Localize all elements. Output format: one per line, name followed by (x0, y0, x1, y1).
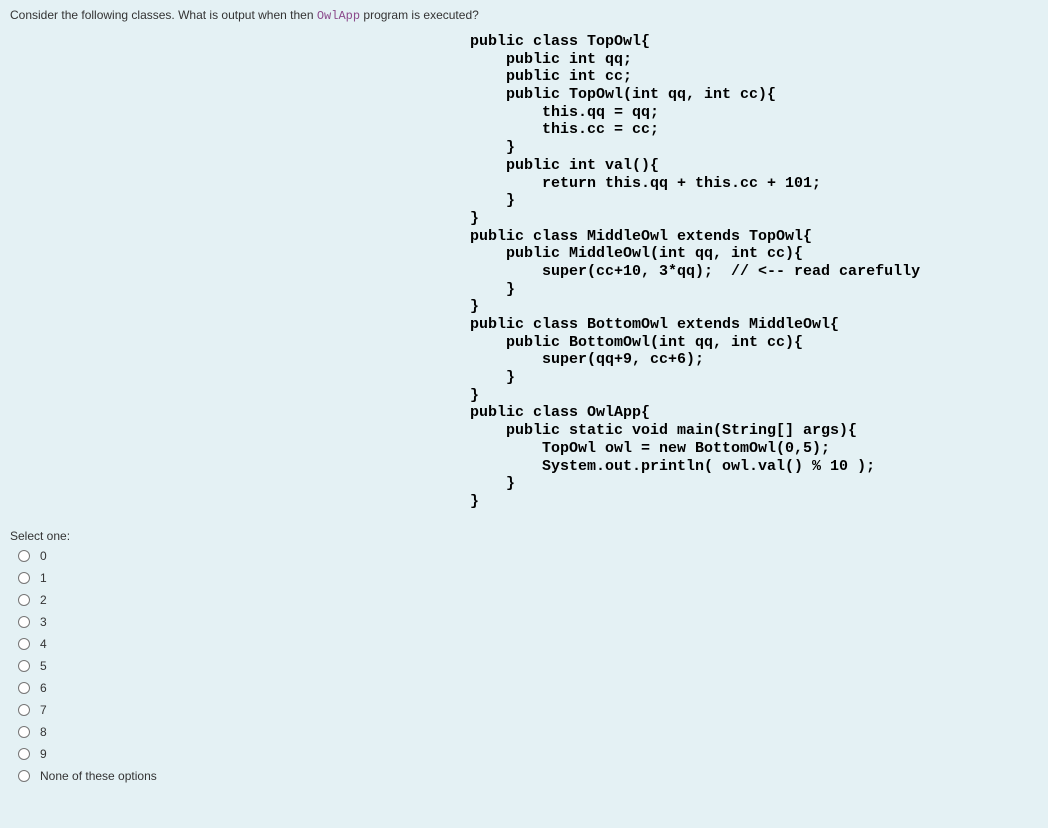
code-block: public class TopOwl{ public int qq; publ… (470, 33, 1038, 511)
option-radio[interactable] (18, 770, 30, 782)
question-code-word: OwlApp (317, 9, 360, 23)
option-row[interactable]: None of these options (18, 769, 1038, 783)
select-one-label: Select one: (10, 529, 1038, 543)
question-prefix: Consider the following classes. What is … (10, 8, 317, 22)
option-label[interactable]: None of these options (40, 769, 157, 783)
option-label[interactable]: 2 (40, 593, 47, 607)
option-row[interactable]: 8 (18, 725, 1038, 739)
option-row[interactable]: 9 (18, 747, 1038, 761)
option-row[interactable]: 0 (18, 549, 1038, 563)
option-row[interactable]: 1 (18, 571, 1038, 585)
option-label[interactable]: 3 (40, 615, 47, 629)
option-label[interactable]: 1 (40, 571, 47, 585)
option-row[interactable]: 4 (18, 637, 1038, 651)
options-list: 0 1 2 3 4 5 6 7 8 9 None of these option… (10, 549, 1038, 783)
option-radio[interactable] (18, 748, 30, 760)
option-label[interactable]: 9 (40, 747, 47, 761)
option-row[interactable]: 5 (18, 659, 1038, 673)
option-label[interactable]: 6 (40, 681, 47, 695)
option-row[interactable]: 7 (18, 703, 1038, 717)
option-label[interactable]: 5 (40, 659, 47, 673)
option-radio[interactable] (18, 616, 30, 628)
option-radio[interactable] (18, 594, 30, 606)
question-suffix: program is executed? (360, 8, 479, 22)
option-row[interactable]: 6 (18, 681, 1038, 695)
option-radio[interactable] (18, 638, 30, 650)
option-radio[interactable] (18, 682, 30, 694)
question-text: Consider the following classes. What is … (10, 8, 1038, 23)
option-label[interactable]: 7 (40, 703, 47, 717)
option-label[interactable]: 8 (40, 725, 47, 739)
option-radio[interactable] (18, 660, 30, 672)
option-radio[interactable] (18, 572, 30, 584)
option-radio[interactable] (18, 704, 30, 716)
option-row[interactable]: 2 (18, 593, 1038, 607)
option-radio[interactable] (18, 726, 30, 738)
option-radio[interactable] (18, 550, 30, 562)
option-label[interactable]: 0 (40, 549, 47, 563)
option-row[interactable]: 3 (18, 615, 1038, 629)
option-label[interactable]: 4 (40, 637, 47, 651)
